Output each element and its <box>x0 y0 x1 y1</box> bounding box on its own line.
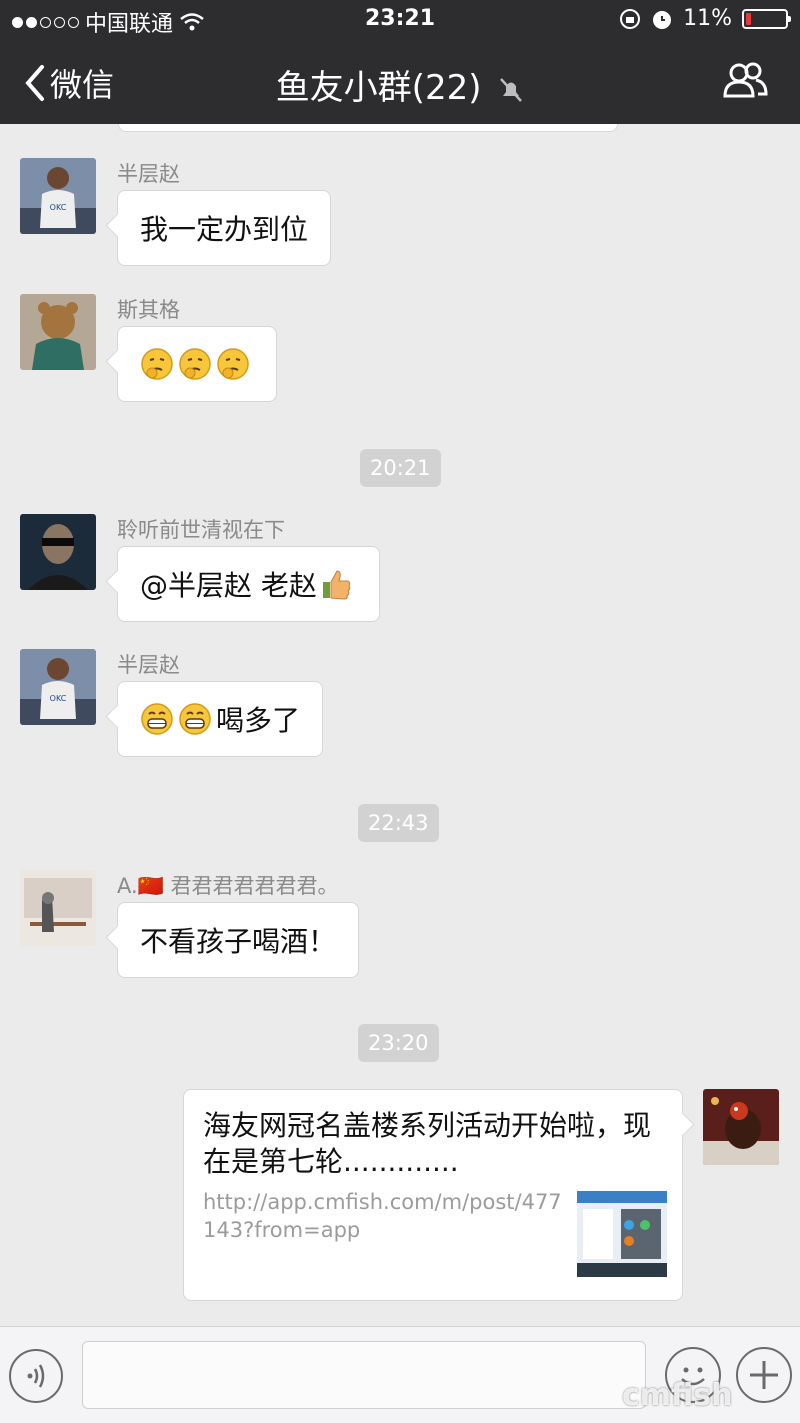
link-card[interactable]: 海友网冠名盖楼系列活动开始啦，现在是第七轮............. http:… <box>183 1089 683 1301</box>
message-text: 不看孩子喝酒！ <box>140 925 337 958</box>
sender-name: A.🇨🇳 君君君君君君君。 <box>117 874 339 898</box>
avatar[interactable]: OKC <box>20 649 96 725</box>
status-bar: 中国联通 23:21 11% <box>0 0 800 40</box>
grin-emoji-icon <box>140 702 174 736</box>
avatar[interactable]: OKC <box>20 158 96 234</box>
timestamp: 20:21 <box>360 449 441 487</box>
group-members-icon[interactable] <box>722 62 768 98</box>
sender-name: 斯其格 <box>117 298 180 322</box>
chat-title: 鱼友小群(22) <box>0 60 800 109</box>
timestamp: 23:20 <box>358 1024 439 1062</box>
thinking-emoji-icon <box>178 347 212 381</box>
plus-icon <box>750 1361 778 1389</box>
sender-name: 聆听前世清视在下 <box>117 518 285 542</box>
watermark: cmfish <box>622 1378 733 1413</box>
mute-bell-icon <box>500 77 523 102</box>
message-bubble[interactable] <box>117 326 277 402</box>
voice-icon <box>27 1364 45 1388</box>
alarm-icon <box>653 10 672 29</box>
message-text: 喝多了 <box>216 704 301 737</box>
message-list[interactable]: OKC 半层赵 我一定办到位 斯其格 20:21 聆听前世清视在下 @半层赵 老… <box>0 124 800 1326</box>
my-avatar[interactable] <box>703 1089 779 1165</box>
thumbs-up-icon <box>319 567 353 601</box>
grin-emoji-icon <box>178 702 212 736</box>
message-bubble[interactable]: 不看孩子喝酒！ <box>117 902 360 978</box>
timestamp: 22:43 <box>358 804 439 842</box>
avatar[interactable] <box>20 514 96 590</box>
message-text: 我一定办到位 <box>140 213 309 246</box>
link-title: 海友网冠名盖楼系列活动开始啦，现在是第七轮............. <box>203 1109 652 1178</box>
battery-percent: 11% <box>683 6 732 31</box>
thinking-emoji-icon <box>140 347 174 381</box>
svg-text:OKC: OKC <box>50 203 67 212</box>
link-url[interactable]: http://app.cmfish.com/m/post/477143?from… <box>203 1188 573 1244</box>
previous-message-bubble[interactable] <box>118 124 618 132</box>
message-bubble[interactable]: 喝多了 <box>117 681 324 757</box>
voice-input-button[interactable] <box>9 1349 63 1403</box>
link-thumbnail <box>577 1191 667 1277</box>
sender-name: 半层赵 <box>117 162 180 186</box>
thinking-emoji-icon <box>216 347 250 381</box>
avatar[interactable] <box>20 870 96 946</box>
avatar[interactable] <box>20 294 96 370</box>
nav-bar: 微信 鱼友小群(22) <box>0 40 800 124</box>
message-text: @半层赵 老赵 <box>140 569 317 602</box>
message-bubble[interactable]: 我一定办到位 <box>117 190 332 266</box>
rotation-lock-icon <box>620 8 641 29</box>
message-input[interactable] <box>82 1341 646 1409</box>
more-options-button[interactable] <box>736 1347 792 1403</box>
svg-text:OKC: OKC <box>50 694 67 703</box>
message-bubble[interactable]: @半层赵 老赵 <box>117 546 380 622</box>
group-name: 鱼友小群(22) <box>275 68 482 108</box>
battery-icon <box>742 8 791 29</box>
sender-name: 半层赵 <box>117 653 180 677</box>
status-right: 11% <box>619 6 791 31</box>
